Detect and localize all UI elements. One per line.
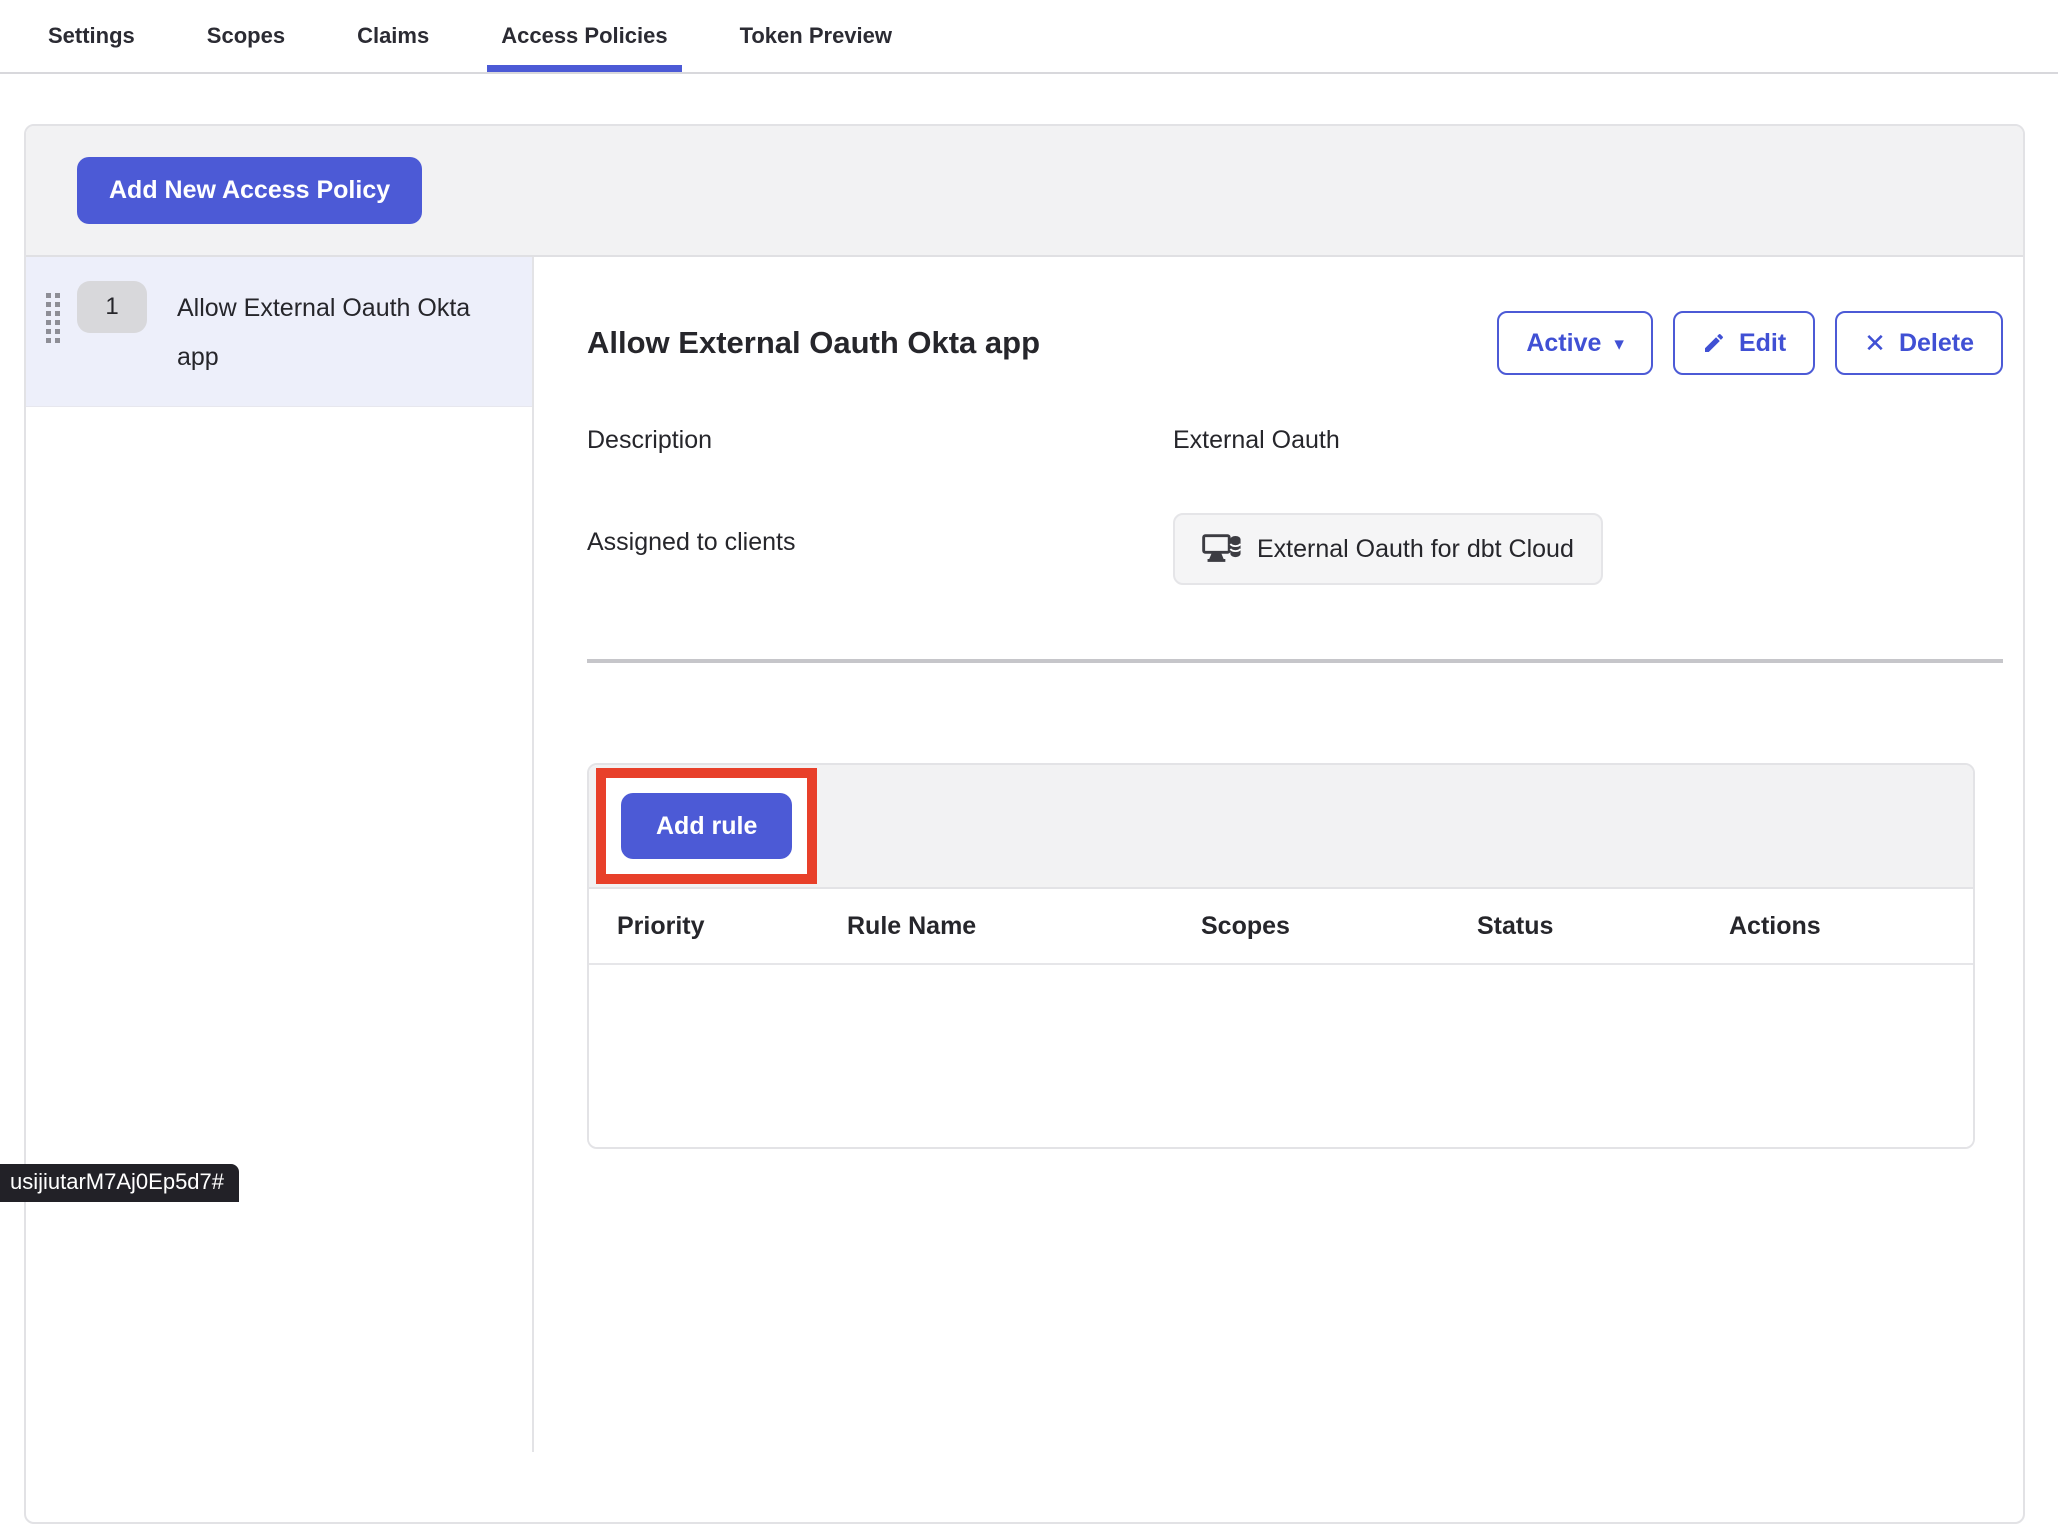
tab-scopes[interactable]: Scopes: [193, 0, 299, 72]
edit-label: Edit: [1739, 329, 1786, 358]
tab-label: Scopes: [207, 23, 285, 49]
policy-info-grid: Description External Oauth Assigned to c…: [587, 408, 2003, 585]
description-value: External Oauth: [1173, 408, 2003, 455]
policy-list-item[interactable]: 1 Allow External Oauth Okta app: [26, 257, 532, 407]
column-header-status: Status: [1477, 912, 1729, 941]
column-header-actions: Actions: [1729, 912, 1973, 941]
add-new-access-policy-button[interactable]: Add New Access Policy: [77, 157, 422, 224]
rules-card: Add rule Priority Rule Name Scopes Statu…: [587, 763, 1975, 1149]
delete-label: Delete: [1899, 329, 1974, 358]
annotation-highlight-box: Add rule: [596, 768, 817, 884]
tab-label: Access Policies: [501, 23, 667, 49]
column-header-rule-name: Rule Name: [847, 912, 1201, 941]
rules-table-header: Priority Rule Name Scopes Status Actions: [589, 889, 1973, 965]
tab-access-policies[interactable]: Access Policies: [487, 0, 681, 72]
pencil-icon: [1702, 331, 1726, 355]
delete-button[interactable]: ✕ Delete: [1835, 311, 2003, 375]
drag-handle-icon[interactable]: [44, 291, 63, 347]
link-url-preview: usijiutarM7Aj0Ep5d7#: [0, 1164, 239, 1202]
close-icon: ✕: [1864, 328, 1886, 359]
tab-label: Claims: [357, 23, 429, 49]
description-label: Description: [587, 408, 1173, 455]
tab-bar: Settings Scopes Claims Access Policies T…: [0, 0, 2058, 74]
column-header-priority: Priority: [589, 912, 847, 941]
panel-body: 1 Allow External Oauth Okta app Allow Ex…: [26, 257, 2023, 1452]
access-policies-panel: Add New Access Policy: [24, 124, 2025, 1524]
edit-button[interactable]: Edit: [1673, 311, 1815, 375]
add-rule-button[interactable]: Add rule: [621, 793, 792, 859]
panel-header: Add New Access Policy: [26, 126, 2023, 257]
policy-action-buttons: Active ▾ Edit ✕ Delete: [1497, 311, 2003, 375]
tab-token-preview[interactable]: Token Preview: [726, 0, 906, 72]
tab-label: Token Preview: [740, 23, 892, 49]
tab-settings[interactable]: Settings: [34, 0, 149, 72]
client-chip: External Oauth for dbt Cloud: [1173, 513, 1603, 585]
chevron-down-icon: ▾: [1614, 333, 1624, 356]
rules-table-empty-body: [589, 965, 1973, 1147]
policy-detail: Allow External Oauth Okta app Active ▾ E…: [534, 257, 2023, 1452]
policy-list-sidebar: 1 Allow External Oauth Okta app: [26, 257, 534, 1452]
policy-title: Allow External Oauth Okta app: [587, 325, 1040, 361]
rules-card-header: Add rule: [589, 765, 1973, 889]
tab-claims[interactable]: Claims: [343, 0, 443, 72]
client-chip-label: External Oauth for dbt Cloud: [1257, 535, 1574, 564]
policy-title-row: Allow External Oauth Okta app Active ▾ E…: [587, 311, 2003, 375]
assigned-clients-cell: External Oauth for dbt Cloud: [1173, 455, 2003, 585]
status-dropdown-button[interactable]: Active ▾: [1497, 311, 1653, 375]
assigned-to-clients-label: Assigned to clients: [587, 455, 1173, 557]
column-header-scopes: Scopes: [1201, 912, 1477, 941]
client-app-icon: [1202, 532, 1242, 566]
link-url-text: usijiutarM7Aj0Ep5d7#: [10, 1169, 224, 1194]
policy-item-label: Allow External Oauth Okta app: [177, 284, 477, 382]
status-label: Active: [1526, 329, 1601, 358]
policy-priority-badge: 1: [77, 281, 147, 333]
tab-label: Settings: [48, 23, 135, 49]
section-divider: [587, 659, 2003, 663]
